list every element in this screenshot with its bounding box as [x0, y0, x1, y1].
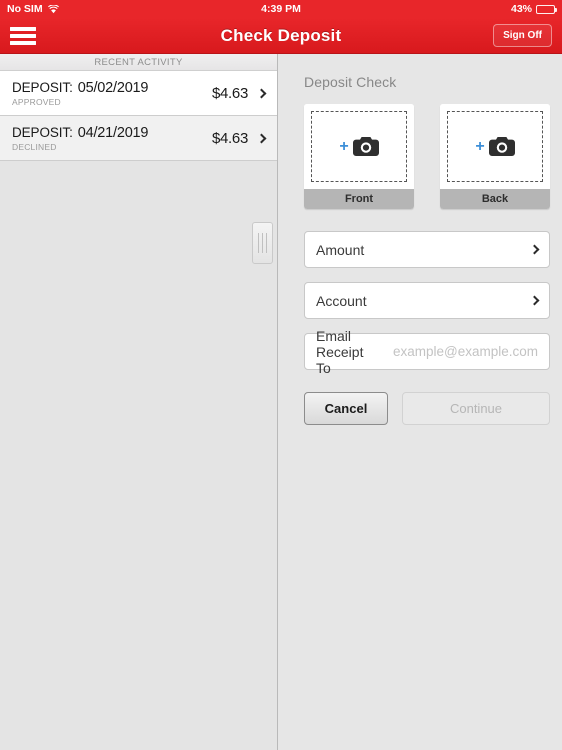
chevron-right-icon [256, 88, 267, 98]
account-field-label: Account [316, 292, 367, 309]
carrier-label: No SIM [7, 3, 43, 15]
status-bar-time: 4:39 PM [261, 3, 301, 15]
amount-field-label: Amount [316, 241, 365, 258]
capture-front-dashed-frame: + [311, 111, 407, 182]
wifi-icon [47, 4, 59, 13]
chevron-right-icon [529, 295, 540, 306]
activity-date: 05/02/2019 [77, 79, 149, 96]
activity-status: APPROVED [12, 96, 61, 107]
account-field[interactable]: Account [304, 282, 550, 319]
status-bar-left: No SIM [7, 3, 59, 15]
capture-front-button[interactable]: + Front [304, 104, 414, 209]
capture-back-button[interactable]: + Back [440, 104, 550, 209]
chevron-right-icon [529, 244, 540, 255]
plus-icon: + [475, 137, 485, 155]
camera-icon [488, 137, 515, 156]
cancel-button[interactable]: Cancel [304, 392, 388, 425]
battery-percent-label: 43% [510, 3, 532, 15]
hamburger-menu-icon[interactable] [10, 26, 36, 46]
capture-front-area: + [304, 104, 414, 189]
activity-row-right: $4.63 [211, 84, 267, 102]
activity-row-primary: DEPOSIT: 04/21/2019 [12, 125, 148, 141]
content-area: RECENT ACTIVITY DEPOSIT: 05/02/2019 APPR… [0, 54, 562, 750]
plus-icon: + [339, 137, 349, 155]
activity-date: 04/21/2019 [77, 124, 149, 141]
recent-activity-panel: RECENT ACTIVITY DEPOSIT: 05/02/2019 APPR… [0, 54, 278, 750]
deposit-check-panel: Deposit Check + Front + Back Amount Acco… [252, 54, 562, 750]
activity-kind: DEPOSIT: [12, 124, 73, 140]
chevron-right-icon [256, 133, 267, 143]
activity-row-texts: DEPOSIT: 05/02/2019 APPROVED [12, 80, 148, 107]
amount-field[interactable]: Amount [304, 231, 550, 268]
sign-off-button[interactable]: Sign Off [493, 24, 552, 47]
email-receipt-field[interactable]: Email Receipt To example@example.com [304, 328, 550, 376]
activity-row-texts: DEPOSIT: 04/21/2019 DECLINED [12, 125, 148, 152]
email-receipt-placeholder: example@example.com [392, 344, 538, 359]
activity-status: DECLINED [12, 141, 57, 152]
continue-button[interactable]: Continue [402, 392, 550, 425]
camera-icon [352, 137, 379, 156]
check-capture-row: + Front + Back [304, 104, 550, 209]
capture-back-area: + [440, 104, 550, 189]
status-bar: No SIM 4:39 PM 43% [0, 0, 562, 18]
activity-kind: DEPOSIT: [12, 79, 73, 95]
deposit-check-heading: Deposit Check [304, 74, 397, 90]
capture-front-label: Front [304, 189, 414, 209]
action-buttons: Cancel Continue [304, 392, 550, 425]
navigation-bar: Check Deposit Sign Off [0, 18, 562, 54]
activity-row[interactable]: DEPOSIT: 05/02/2019 APPROVED $4.63 [0, 71, 277, 116]
activity-row[interactable]: DEPOSIT: 04/21/2019 DECLINED $4.63 [0, 116, 277, 161]
activity-row-right: $4.63 [211, 129, 267, 147]
drag-handle-icon[interactable] [252, 222, 273, 264]
deposit-form-fields: Amount Account Email Receipt To example@… [304, 231, 550, 376]
recent-activity-header: RECENT ACTIVITY [0, 54, 277, 71]
battery-icon [536, 4, 557, 14]
capture-back-dashed-frame: + [447, 111, 543, 182]
activity-amount: $4.63 [211, 129, 248, 147]
email-receipt-label: Email Receipt To [316, 327, 364, 376]
capture-back-label: Back [440, 189, 550, 209]
status-bar-right: 43% [510, 3, 557, 15]
page-title: Check Deposit [220, 25, 342, 45]
activity-row-primary: DEPOSIT: 05/02/2019 [12, 80, 148, 96]
activity-amount: $4.63 [211, 84, 248, 102]
